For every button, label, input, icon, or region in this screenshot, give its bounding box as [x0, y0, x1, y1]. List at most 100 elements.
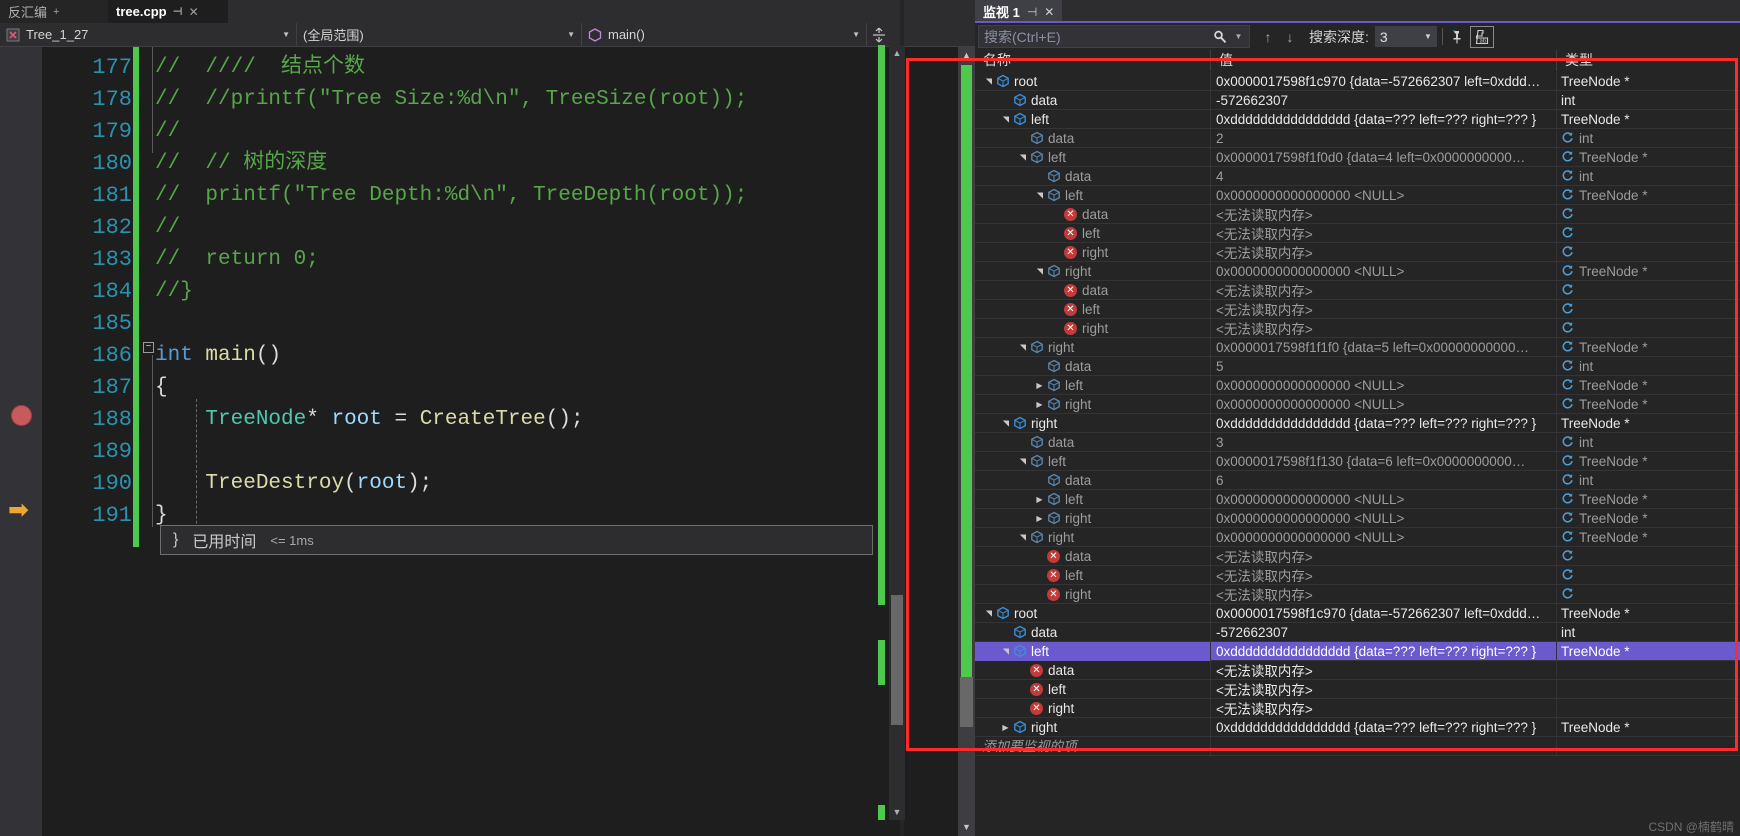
watch-row-name-cell[interactable]: ✕ left	[975, 223, 1211, 243]
watch-row-value[interactable]: <无法读取内存>	[1211, 242, 1557, 262]
watch-row-value[interactable]: 4	[1211, 166, 1557, 186]
watch-vertical-scrollbar[interactable]: ▲ ▼	[889, 45, 905, 820]
refresh-icon[interactable]	[1561, 359, 1574, 374]
code-line[interactable]: //	[155, 116, 180, 148]
watch-row-value[interactable]: 5	[1211, 356, 1557, 376]
watch-row-name-cell[interactable]: ◢ right	[975, 261, 1211, 281]
chevron-down-icon[interactable]: ▼	[282, 30, 290, 39]
refresh-icon[interactable]	[1561, 568, 1574, 583]
watch-row[interactable]: data 5 int	[975, 356, 1740, 376]
watch-row-name-cell[interactable]: ✕ left	[975, 565, 1211, 585]
watch-row[interactable]: ◢ left 0xdddddddddddddddd {data=??? left=?…	[975, 109, 1740, 129]
expander-expanded-icon[interactable]: ◢	[1017, 532, 1028, 543]
watch-row-value[interactable]: 0xdddddddddddddddd {data=??? left=??? ri…	[1211, 717, 1557, 737]
watch-row-name-cell[interactable]: ▶ left	[975, 489, 1211, 509]
watch-row-name-cell[interactable]: ✕ data	[975, 280, 1211, 300]
watch-row[interactable]: ✕ data <无法读取内存>	[975, 280, 1740, 300]
search-next-icon[interactable]: ↓	[1279, 25, 1301, 48]
watch-row[interactable]: ✕ left <无法读取内存>	[975, 223, 1740, 243]
close-icon[interactable]: ✕	[1044, 5, 1054, 19]
code-line[interactable]: {	[155, 372, 168, 404]
indicator-margin[interactable]	[0, 47, 42, 836]
scroll-up-icon[interactable]: ▲	[889, 45, 905, 61]
watch-row-name-cell[interactable]: data	[975, 90, 1211, 110]
watch-row-name-cell[interactable]: ▶ right	[975, 717, 1211, 737]
watch-row[interactable]: ✕ right <无法读取内存>	[975, 584, 1740, 604]
watch-row-name-cell[interactable]: ◢ left	[975, 147, 1211, 167]
refresh-icon[interactable]	[1561, 435, 1574, 450]
watch-row-name-cell[interactable]: ✕ data	[975, 660, 1211, 680]
watch-row[interactable]: ▶ left 0x0000000000000000 <NULL> TreeNode *	[975, 489, 1740, 509]
scope-dropdown[interactable]: (全局范围) ▼	[297, 23, 582, 46]
watch-row-value[interactable]: <无法读取内存>	[1211, 679, 1557, 699]
breakpoint-glyph[interactable]	[11, 405, 32, 426]
add-watch-value-cell[interactable]	[1211, 736, 1557, 756]
chevron-down-icon[interactable]: ▼	[852, 30, 860, 39]
watch-row-name-cell[interactable]: ✕ right	[975, 318, 1211, 338]
chevron-down-icon[interactable]: ▼	[1233, 25, 1244, 48]
watch-row[interactable]: ◢ left 0xdddddddddddddddd {data=??? left=?…	[975, 641, 1740, 661]
refresh-icon[interactable]	[1561, 245, 1574, 260]
search-previous-icon[interactable]: ↑	[1257, 25, 1279, 48]
watch-row-name-cell[interactable]: ◢ right	[975, 527, 1211, 547]
expander-expanded-icon[interactable]: ◢	[1000, 646, 1011, 657]
refresh-icon[interactable]	[1561, 150, 1574, 165]
watch-row[interactable]: ✕ left <无法读取内存>	[975, 679, 1740, 699]
watch-row-name-cell[interactable]: ✕ right	[975, 584, 1211, 604]
watch-row-value[interactable]: 0xdddddddddddddddd {data=??? left=??? ri…	[1211, 109, 1557, 129]
watch-row-value[interactable]: 0x0000017598f1f130 {data=6 left=0x000000…	[1211, 451, 1557, 471]
code-line[interactable]: //}	[155, 276, 193, 308]
refresh-icon[interactable]	[1561, 131, 1574, 146]
watch-row-name-cell[interactable]: ✕ left	[975, 679, 1211, 699]
watch-row-name-cell[interactable]: ▶ right	[975, 508, 1211, 528]
watch-row-name-cell[interactable]: ◢ left	[975, 185, 1211, 205]
watch-row[interactable]: ▶ right 0xdddddddddddddddd {data=??? left=…	[975, 717, 1740, 737]
split-window-icon[interactable]	[867, 23, 891, 46]
tab-disassembly[interactable]: 反汇编 +	[0, 0, 108, 23]
watch-row-value[interactable]: 0xdddddddddddddddd {data=??? left=??? ri…	[1211, 641, 1557, 661]
watch-row-name-cell[interactable]: data	[975, 432, 1211, 452]
watch-row-name-cell[interactable]: data	[975, 128, 1211, 148]
watch-row[interactable]: ◢ left 0x0000017598f1f0d0 {data=4 left=0x0…	[975, 147, 1740, 167]
watch-row-name-cell[interactable]: data	[975, 356, 1211, 376]
column-header-name[interactable]: 名称	[975, 50, 1211, 71]
refresh-icon[interactable]	[1561, 587, 1574, 602]
refresh-icon[interactable]	[1561, 283, 1574, 298]
search-box[interactable]: ▼	[978, 25, 1250, 48]
refresh-icon[interactable]	[1561, 340, 1574, 355]
code-line[interactable]: // // 树的深度	[155, 148, 327, 180]
watch-row-name-cell[interactable]: ✕ left	[975, 299, 1211, 319]
watch-row[interactable]: ▶ left 0x0000000000000000 <NULL> TreeNode *	[975, 375, 1740, 395]
project-dropdown[interactable]: Tree_1_27 ▼	[0, 23, 297, 46]
search-depth-dropdown[interactable]: 3 ▼	[1374, 26, 1437, 47]
watch-grid-body[interactable]: ◢ root 0x0000017598f1c970 {data=-572662307…	[975, 71, 1740, 836]
watch-row-value[interactable]: 0x0000000000000000 <NULL>	[1211, 394, 1557, 414]
watch-row-value[interactable]: 0x0000000000000000 <NULL>	[1211, 508, 1557, 528]
expander-expanded-icon[interactable]: ◢	[1017, 342, 1028, 353]
watch-row-value[interactable]: <无法读取内存>	[1211, 546, 1557, 566]
watch-row-name-cell[interactable]: data	[975, 622, 1211, 642]
watch-row-name-cell[interactable]: ◢ right	[975, 413, 1211, 433]
scrollbar-thumb[interactable]	[891, 595, 903, 725]
watch-row[interactable]: ◢ right 0x0000000000000000 <NULL> TreeNode …	[975, 261, 1740, 281]
watch-row-name-cell[interactable]: ◢ left	[975, 641, 1211, 661]
refresh-icon[interactable]	[1561, 264, 1574, 279]
watch-row[interactable]: data -572662307 int	[975, 622, 1740, 642]
code-line[interactable]: int main()	[155, 340, 281, 372]
watch-row[interactable]: ◢ right 0xdddddddddddddddd {data=??? left=…	[975, 413, 1740, 433]
plus-icon[interactable]: +	[53, 6, 59, 18]
watch-row[interactable]: data 6 int	[975, 470, 1740, 490]
watch-row-value[interactable]: 0x0000017598f1c970 {data=-572662307 left…	[1211, 71, 1557, 91]
scroll-down-icon[interactable]: ▼	[958, 819, 975, 836]
watch-row-value[interactable]: 0x0000000000000000 <NULL>	[1211, 527, 1557, 547]
watch-row[interactable]: ✕ right <无法读取内存>	[975, 698, 1740, 718]
watch-row[interactable]: ✕ left <无法读取内存>	[975, 565, 1740, 585]
column-header-value[interactable]: 值	[1211, 50, 1557, 71]
watch-row[interactable]: ◢ right 0x0000017598f1f1f0 {data=5 left=0x…	[975, 337, 1740, 357]
code-line[interactable]: // //printf("Tree Size:%d\n", TreeSize(r…	[155, 84, 747, 116]
refresh-icon[interactable]	[1561, 188, 1574, 203]
code-line[interactable]: //	[155, 212, 180, 244]
watch-row-value[interactable]: 0x0000017598f1c970 {data=-572662307 left…	[1211, 603, 1557, 623]
expander-expanded-icon[interactable]: ◢	[1000, 114, 1011, 125]
watch-row[interactable]: ▶ right 0x0000000000000000 <NULL> TreeNode …	[975, 508, 1740, 528]
